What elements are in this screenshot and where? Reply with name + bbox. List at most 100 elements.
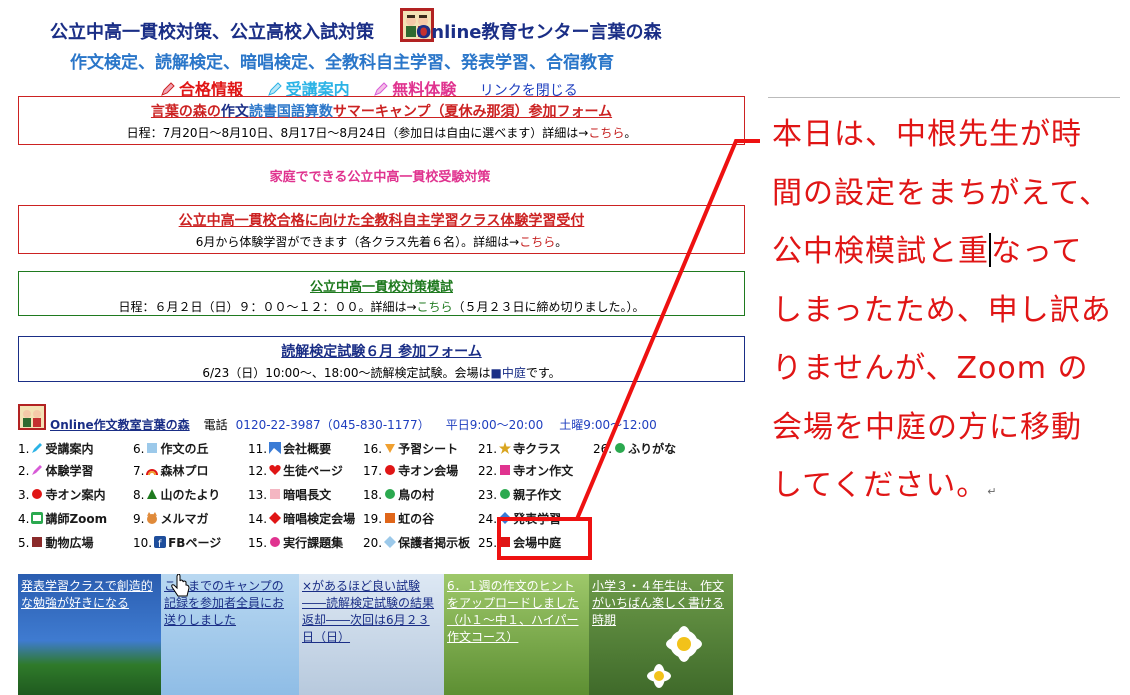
title-part: サマーキャンプ（夏休み那須）参加フォーム [332,104,613,120]
contact-info: Online作文教室言葉の森 電話 0120-22-3987（045-830-117… [50,416,657,433]
grid-link-11[interactable]: 11. 会社概要 [248,440,331,457]
grid-link-label: 寺オン作文 [513,464,574,478]
details-link[interactable]: こちら [519,235,555,249]
grid-link-26[interactable]: 26. ふりがな [593,440,676,457]
courtyard-link[interactable]: ■中庭 [490,366,525,380]
site-title-part2: Online教育センター言葉の森 [416,22,662,43]
site-title: 公立中高一貫校対策、公立高校入試対策 Online教育センター言葉の森 [50,18,661,44]
grid-link-label: 作文の丘 [160,442,209,456]
weekday-hours: 平日9:00〜20:00 [445,418,544,432]
thumb-hints[interactable]: 6．１週の作文のヒントをアップロードしました（小１〜中１、ハイパー作文コース） [444,574,589,695]
phone-label: 電話 [203,418,228,432]
grid-link-12[interactable]: 12. 生徒ページ [248,462,343,479]
grid-link-13[interactable]: 13. 暗唱長文 [248,486,331,503]
square-icon [385,513,396,523]
grid-link-label: 実行課題集 [283,536,344,550]
pen-icon [374,82,388,96]
mock-exam-title[interactable]: 公立中高一貫校対策模試 [19,276,744,295]
grid-link-14[interactable]: 14. 暗唱検定会場 [248,510,355,527]
grid-link-label: 会社概要 [283,442,332,456]
heart-icon [269,465,281,475]
grid-link-4[interactable]: 4. 講師Zoom [18,510,107,527]
desc-suffix: 。 [624,126,637,140]
phone-number: 0120-22-3987（045-830-1177） [235,418,430,432]
return-mark: ↵ [987,485,998,498]
grid-link-16[interactable]: 16. 予習シート [363,440,458,457]
school-name-link[interactable]: Online作文教室言葉の森 [50,418,190,432]
grid-link-19[interactable]: 19. 虹の谷 [363,510,434,527]
grid-link-number: 5. [18,536,30,550]
title-part: 作文 [220,104,249,120]
desc-suffix: です。 [525,366,561,380]
grid-link-number: 2. [18,464,30,478]
self-study-title[interactable]: 公立中高一貫校合格に向けた全教科自主学習クラス体験学習受付 [19,210,744,230]
triangle-icon [147,489,158,499]
grid-link-20[interactable]: 20. 保護者掲示板 [363,534,470,551]
desc-suffix: 。 [555,235,568,249]
grid-link-15[interactable]: 15. 実行課題集 [248,534,343,551]
title-part: 算数 [304,104,333,120]
grid-link-number: 17. [363,464,383,478]
dot-icon [500,489,511,499]
desc-text: 日程：６月２日（日）９：００〜１２：００。詳細は→ [118,300,417,314]
self-study-desc: 6月から体験学習ができます（各クラス先着６名）。詳細は→こちら。 [19,233,744,250]
grid-link-number: 20. [363,536,383,550]
grid-link-9[interactable]: 9. メルマガ [133,510,208,527]
reading-exam-box: 読解検定試験６月 参加フォーム 6/23（日）10:00〜、18:00〜読解検定… [18,336,745,382]
mock-exam-box: 公立中高一貫校対策模試 日程：６月２日（日）９：００〜１２：００。詳細は→こちら… [18,271,745,316]
thumb-caption: 6．１週の作文のヒントをアップロードしました（小１〜中１、ハイパー作文コース） [447,579,580,644]
notice-text-part2: なってしまったため、申し訳ありませんが、Zoom の会場を中庭の方に移動してくだ… [772,234,1112,503]
details-link[interactable]: こちら [417,300,453,314]
thumb-presentation[interactable]: 発表学習クラスで創造的な勉強が好きになる [18,574,161,695]
annotation-highlight-box [497,517,592,560]
desc-text: 日程：7月20日〜8月10日、8月17日〜8月24日（参加日は自由に選べます）詳… [126,126,589,140]
grid-link-number: 3. [18,488,30,502]
grid-link-number: 16. [363,442,383,456]
desc-text: 6/23（日）10:00〜、18:00〜読解検定試験。会場は [202,366,491,380]
reading-exam-title[interactable]: 読解検定試験６月 参加フォーム [19,341,744,361]
grid-link-1[interactable]: 1. 受講案内 [18,440,93,457]
grid-link-3[interactable]: 3. 寺オン案内 [18,486,105,503]
grid-link-5[interactable]: 5. 動物広場 [18,534,93,551]
grid-link-10[interactable]: 10. f FBページ [133,534,221,551]
grid-link-number: 6. [133,442,145,456]
grid-link-23[interactable]: 23. 親子作文 [478,486,561,503]
thumb-camp[interactable]: これまでのキャンプの記録を参加者全員にお送りしました [161,574,299,695]
desc-suffix: （５月２３日に締め切りました。）。 [452,300,645,314]
square-icon [500,465,511,475]
grid-link-2[interactable]: 2. 体験学習 [18,462,93,479]
grid-link-17[interactable]: 17. 寺オン会場 [363,462,458,479]
grid-link-21[interactable]: 21. 寺クラス [478,440,561,457]
diamond-icon [269,512,282,524]
grid-link-18[interactable]: 18. 鳥の村 [363,486,434,503]
summer-camp-box: 言葉の森の作文読書国語算数サマーキャンプ（夏休み那須）参加フォーム 日程：7月2… [18,96,745,145]
dot-icon [385,489,396,499]
grid-link-label: 鳥の村 [398,488,435,502]
grid-link-8[interactable]: 8. 山のたより [133,486,220,503]
grid-link-22[interactable]: 22. 寺オン作文 [478,462,573,479]
summer-camp-desc: 日程：7月20日〜8月10日、8月17日〜8月24日（参加日は自由に選べます）詳… [19,124,744,141]
reading-exam-desc: 6/23（日）10:00〜、18:00〜読解検定試験。会場は■中庭です。 [19,364,744,381]
grid-link-label: 寺クラス [513,442,561,456]
dot-icon [32,489,43,499]
notice-text[interactable]: 本日は、中根先生が時間の設定をまちがえて、公中検模試と重なってしまったため、申し… [772,106,1112,522]
summer-camp-title[interactable]: 言葉の森の作文読書国語算数サマーキャンプ（夏休み那須）参加フォーム [19,101,744,121]
square-icon [32,537,43,547]
home-study-heading[interactable]: 家庭でできる公立中高一貫校受験対策 [0,166,760,185]
grid-link-7[interactable]: 7. 森林プロ [133,462,208,479]
desc-text: 6月から体験学習ができます（各クラス先着６名）。詳細は→ [195,235,520,249]
pen-icon [161,82,175,96]
grid-link-number: 26. [593,442,613,456]
thumb-reading-exam[interactable]: ×があるほど良い試験――読解検定試験の結果返却――次回は6月２３日（日） [299,574,444,695]
thumb-grade34[interactable]: 小学３・４年生は、作文がいちばん楽しく書ける時期 [589,574,733,695]
details-link[interactable]: こちら [588,126,624,140]
self-study-box: 公立中高一貫校合格に向けた全教科自主学習クラス体験学習受付 6月から体験学習がで… [18,205,745,254]
grid-link-label: 寺オン会場 [398,464,459,478]
grid-link-label: ふりがな [628,442,677,456]
dot-icon [270,537,281,547]
triangle-down-icon [385,444,396,453]
svg-text:f: f [158,539,162,548]
hand-cursor-icon [171,574,190,597]
grid-link-6[interactable]: 6. 作文の丘 [133,440,208,457]
dot-icon [385,465,396,475]
